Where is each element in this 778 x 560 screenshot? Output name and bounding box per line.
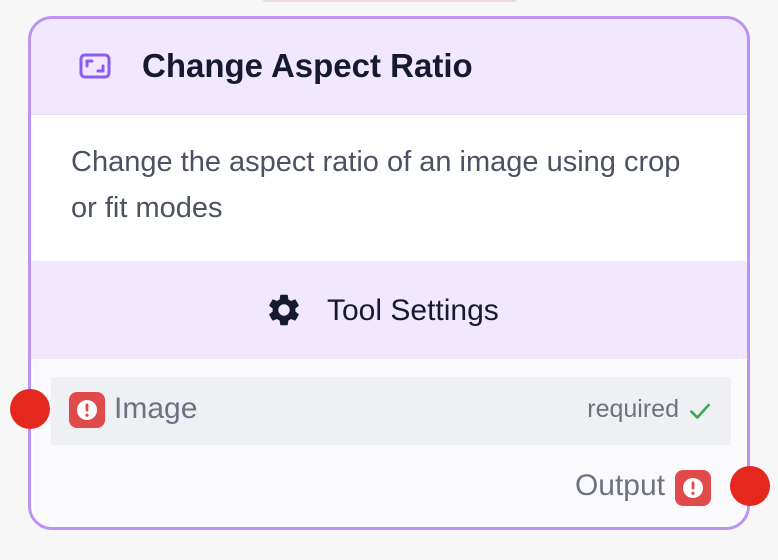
output-port-label: Output (574, 469, 665, 502)
input-port-label: Image (114, 392, 198, 425)
alert-icon (69, 392, 105, 428)
aspect-ratio-icon (79, 53, 111, 79)
input-port-row[interactable]: Image required (51, 377, 731, 445)
check-icon (687, 398, 713, 424)
gear-icon (265, 291, 303, 329)
description-text: Change the aspect ratio of an image usin… (71, 146, 681, 224)
adjacent-node-edge (262, 0, 518, 2)
input-connection-handle[interactable] (10, 389, 50, 429)
node-title: Change Aspect Ratio (142, 47, 473, 84)
tool-settings-button[interactable]: Tool Settings (31, 261, 747, 359)
ports-section: Image required Output (33, 359, 745, 527)
node-header[interactable]: Change Aspect Ratio (31, 19, 747, 115)
tool-node-card[interactable]: Change Aspect Ratio Change the aspect ra… (28, 16, 750, 530)
tool-settings-label: Tool Settings (327, 294, 499, 327)
output-connection-handle[interactable] (730, 466, 770, 506)
alert-icon (675, 470, 711, 506)
node-description: Change the aspect ratio of an image usin… (33, 115, 745, 261)
required-status: required (587, 395, 679, 423)
